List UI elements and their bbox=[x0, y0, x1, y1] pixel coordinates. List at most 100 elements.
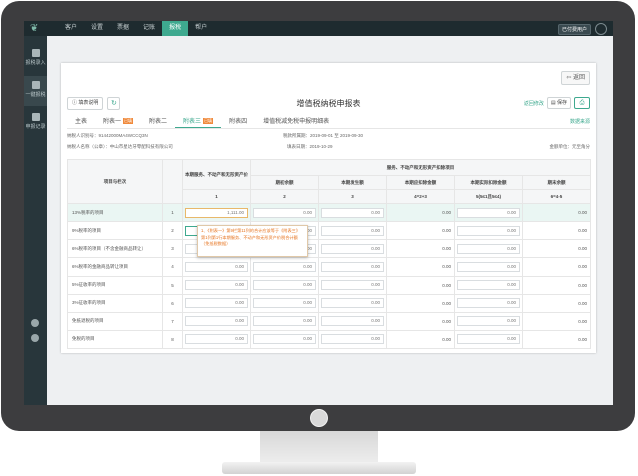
tab-item[interactable]: 附表四 bbox=[221, 117, 255, 128]
amount-input[interactable]: 0.00 bbox=[185, 298, 248, 309]
data-source-link[interactable]: 数据来源 bbox=[570, 117, 590, 128]
sidebar-item-records[interactable]: 申报记录 bbox=[24, 108, 47, 138]
report-tabs: 主表 附表一 已填 附表二 附表三 已填 附表四 增值税减免税申报明细表 数据来源 bbox=[67, 117, 590, 129]
deduct-value: 0.00 bbox=[386, 275, 455, 295]
amount-input[interactable]: 0.00 bbox=[457, 298, 520, 309]
end-value: 0.00 bbox=[522, 293, 591, 313]
amount-input[interactable]: 0.00 bbox=[457, 243, 520, 254]
sidebar-item-one-click[interactable]: 一键报税 bbox=[24, 76, 47, 106]
sidebar-item-label: 报税录入 bbox=[25, 60, 46, 66]
row-name: 免抵退税的项目 bbox=[67, 311, 163, 331]
row-number: 1 bbox=[162, 202, 183, 223]
deduction-table: 项目与栏次 本期服务、不动产和无形资产价 服务、不动产和无形资产扣除项目 期初余… bbox=[67, 159, 591, 350]
tab-label: 附表三 bbox=[183, 119, 202, 125]
row-name: 免税的项目 bbox=[67, 329, 163, 350]
table-row: 6%税率的项目（不含金融商品转让）30.000.000.000.000.000.… bbox=[67, 239, 591, 259]
help-icon[interactable] bbox=[31, 334, 39, 342]
return-edit-link[interactable]: 返回修改 bbox=[524, 100, 544, 107]
amount-input[interactable]: 0.00 bbox=[321, 316, 384, 327]
tab-item[interactable]: 附表一 已填 bbox=[95, 117, 141, 128]
amount-input[interactable]: 0.00 bbox=[457, 207, 520, 218]
amount-input[interactable]: 0.00 bbox=[253, 280, 316, 291]
row-number: 8 bbox=[162, 329, 183, 350]
tab-item[interactable]: 附表三 已填 bbox=[175, 117, 222, 128]
save-icon: ▤ bbox=[550, 100, 556, 106]
tab-item[interactable]: 主表 bbox=[67, 117, 95, 128]
amount-input[interactable]: 0.00 bbox=[253, 207, 316, 218]
return-button[interactable]: ⇦ 返回 bbox=[561, 71, 590, 85]
save-button[interactable]: ▤ 保存 bbox=[546, 97, 571, 109]
account-badge[interactable]: 已付费用户 bbox=[557, 23, 591, 35]
input-cell: 0.00 bbox=[182, 257, 251, 277]
row-number: 2 bbox=[162, 221, 183, 241]
amount-input[interactable]: 1,111.00 bbox=[185, 207, 248, 218]
amount-input[interactable]: 0.00 bbox=[321, 207, 384, 218]
input-cell: 0.00 bbox=[182, 311, 251, 331]
amount-input[interactable]: 0.00 bbox=[253, 261, 316, 272]
input-cell: 0.00 bbox=[250, 275, 319, 295]
report-modal: ⇦ 返回 增值税纳税申报表 ⓘ 填表说明 ↻ 返回修改 ▤ 保存 ⎙ 主表 附表… bbox=[61, 63, 596, 353]
amount-input[interactable]: 0.00 bbox=[457, 316, 520, 327]
amount-input[interactable]: 0.00 bbox=[457, 280, 520, 291]
table-row: 13%税率的项目 1 1,111.00 0.00 0.00 0.00 0.00 0.00 bbox=[67, 202, 591, 223]
user-avatar-icon[interactable] bbox=[595, 23, 607, 35]
table-row: 9%税率的项目20.000.000.000.000.00 bbox=[67, 221, 591, 241]
amount-input[interactable]: 0.00 bbox=[321, 298, 384, 309]
tab-item[interactable]: 附表二 bbox=[141, 117, 175, 128]
input-cell: 0.00 bbox=[318, 221, 387, 241]
end-value: 0.00 bbox=[522, 257, 591, 277]
input-cell: 0.00 bbox=[454, 239, 523, 259]
col-num-6: 6=4-5 bbox=[522, 189, 591, 204]
monitor-base bbox=[222, 462, 416, 474]
fill-rules-button[interactable]: ⓘ 填表说明 bbox=[67, 97, 104, 110]
top-bar: ❦ 客户 设置 票据 记账 报税 帮户 已付费用户 bbox=[24, 21, 613, 36]
deduct-value: 0.00 bbox=[386, 257, 455, 277]
top-nav-item[interactable]: 设置 bbox=[84, 21, 110, 36]
amount-input[interactable]: 0.00 bbox=[253, 316, 316, 327]
tab-item[interactable]: 增值税减免税申报明细表 bbox=[255, 117, 337, 128]
amount-input[interactable]: 0.00 bbox=[185, 261, 248, 272]
top-right: 已付费用户 bbox=[557, 23, 607, 35]
refresh-button[interactable]: ↻ bbox=[107, 97, 121, 110]
amount-input[interactable]: 0.00 bbox=[321, 280, 384, 291]
amount-input[interactable]: 0.00 bbox=[185, 316, 248, 327]
top-nav-item[interactable]: 帮户 bbox=[188, 21, 214, 36]
report-toolbar-right: 返回修改 ▤ 保存 ⎙ bbox=[524, 97, 590, 109]
row-name: 5%征收率的项目 bbox=[67, 275, 163, 295]
amount-input[interactable]: 0.00 bbox=[321, 225, 384, 236]
col-end-header: 期末余额 bbox=[522, 175, 591, 190]
amount-input[interactable]: 0.00 bbox=[457, 225, 520, 236]
input-cell: 0.00 bbox=[318, 293, 387, 313]
input-cell: 0.00 bbox=[454, 221, 523, 241]
document-icon bbox=[31, 49, 40, 57]
end-value: 0.00 bbox=[522, 202, 591, 223]
sidebar-item-label: 一键报税 bbox=[25, 92, 46, 98]
amount-input[interactable]: 0.00 bbox=[253, 298, 316, 309]
sidebar-item-tax-entry[interactable]: 报税录入 bbox=[24, 44, 47, 74]
amount-unit: 金额单位：元至角分 bbox=[549, 144, 591, 149]
top-nav-item[interactable]: 客户 bbox=[58, 21, 84, 36]
input-cell: 0.00 bbox=[182, 329, 251, 350]
amount-input[interactable]: 0.00 bbox=[321, 334, 384, 345]
top-nav-item[interactable]: 记账 bbox=[136, 21, 162, 36]
top-nav-item[interactable]: 票据 bbox=[110, 21, 136, 36]
page-title: 增值税纳税申报表 bbox=[296, 99, 361, 108]
row-name: 6%税率的项目（不含金融商品转让） bbox=[67, 239, 163, 259]
amount-input[interactable]: 0.00 bbox=[321, 261, 384, 272]
amount-input[interactable]: 0.00 bbox=[321, 243, 384, 254]
amount-input[interactable]: 0.00 bbox=[457, 334, 520, 345]
settings-icon[interactable] bbox=[31, 319, 39, 327]
amount-input[interactable]: 0.00 bbox=[185, 334, 248, 345]
table-row: 3%征收率的项目 6 0.00 0.00 0.00 0.00 0.00 0.00 bbox=[67, 293, 591, 313]
input-cell: 0.00 bbox=[454, 257, 523, 277]
top-nav-item[interactable]: 报税 bbox=[162, 21, 189, 36]
deduct-value: 0.00 bbox=[386, 311, 455, 331]
print-button[interactable]: ⎙ bbox=[574, 97, 590, 109]
monitor-frame: ❦ 客户设置票据记账报税帮户 已付费用户 报税录入 一键报税 申报记录 bbox=[1, 1, 635, 431]
amount-input[interactable]: 0.00 bbox=[253, 334, 316, 345]
amount-input[interactable]: 0.00 bbox=[457, 261, 520, 272]
amount-input[interactable]: 0.00 bbox=[185, 280, 248, 291]
col-add-header: 本期发生额 bbox=[318, 175, 387, 190]
group2-header: 服务、不动产和无形资产扣除项目 bbox=[250, 159, 591, 176]
app-logo-icon: ❦ bbox=[30, 23, 39, 34]
